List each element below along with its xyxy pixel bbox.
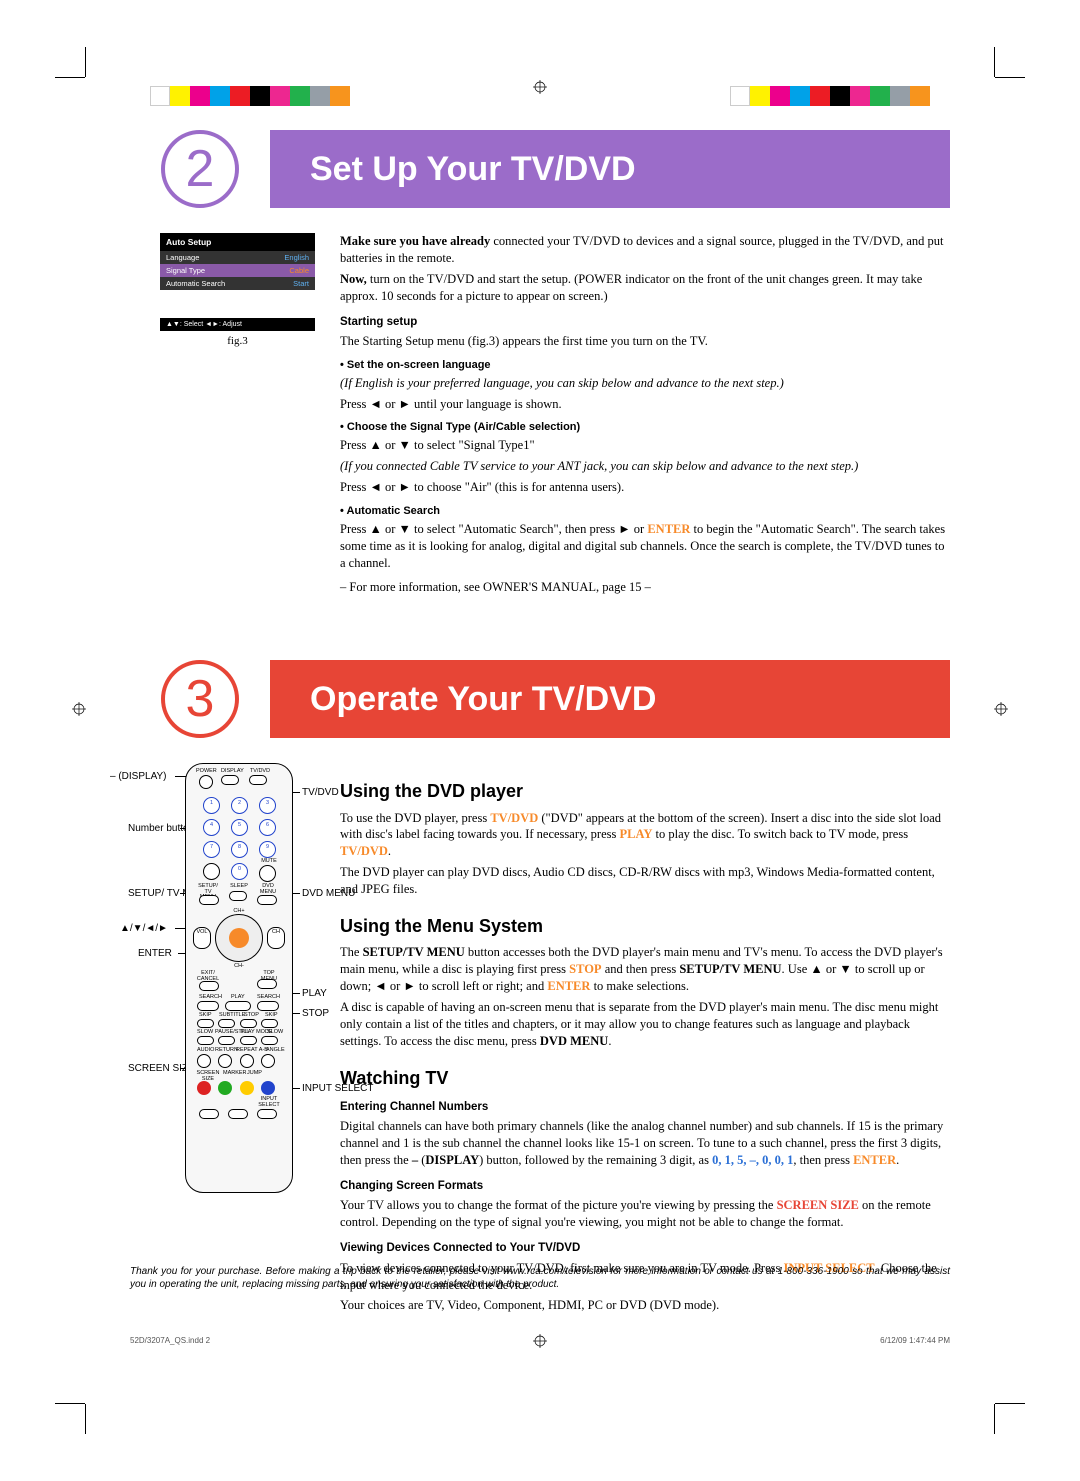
crop-mark <box>994 1404 995 1434</box>
callout-dvdmenu: DVD MENU <box>302 888 342 899</box>
callout-play: PLAY <box>302 988 327 999</box>
callout-screen: SCREEN SIZE <box>128 1063 178 1074</box>
watching-tv-heading: Watching TV <box>340 1066 950 1090</box>
crop-mark <box>85 1404 86 1434</box>
callout-setup: SETUP/ TV MENU <box>128 888 178 899</box>
section-3-header: 3 Operate Your TV/DVD <box>130 660 950 738</box>
footer-filename: 52D/3207A_QS.indd 2 <box>130 1336 210 1345</box>
crop-mark <box>994 47 995 77</box>
callout-display: – (DISPLAY) <box>110 771 167 782</box>
step-number-2: 2 <box>161 130 239 208</box>
using-dvd-heading: Using the DVD player <box>340 779 950 803</box>
color-bar <box>730 86 930 106</box>
callout-tvdvd: TV/DVD <box>302 787 339 798</box>
callout-stop: STOP <box>302 1008 329 1019</box>
section-2-title: Set Up Your TV/DVD <box>310 150 636 189</box>
registration-mark-icon <box>994 702 1008 716</box>
registration-mark-icon <box>533 80 547 94</box>
section-3-body: Using the DVD player To use the DVD play… <box>340 763 950 1318</box>
purchase-footnote: Thank you for your purchase. Before maki… <box>130 1265 950 1291</box>
crop-mark <box>55 77 85 78</box>
crop-mark <box>995 77 1025 78</box>
callout-arrows: ▲/▼/◄/► <box>120 923 168 934</box>
using-menu-heading: Using the Menu System <box>340 914 950 938</box>
section-2-body: Make sure you have already connected you… <box>340 233 950 600</box>
footer-timestamp: 6/12/09 1:47:44 PM <box>880 1336 950 1345</box>
auto-setup-figure: Auto Setup LanguageEnglishSignal TypeCab… <box>160 233 315 331</box>
crop-mark <box>85 47 86 77</box>
step-number-3: 3 <box>161 660 239 738</box>
callout-number: Number buttons <box>128 823 178 834</box>
figure-caption: fig.3 <box>160 335 315 347</box>
auto-setup-footer: ▲▼: Select ◄►: Adjust <box>160 318 315 331</box>
callout-input: INPUT SELECT <box>302 1083 347 1094</box>
crop-mark <box>995 1403 1025 1404</box>
color-bar <box>150 86 350 106</box>
auto-setup-title: Auto Setup <box>160 233 315 251</box>
section-2-header: 2 Set Up Your TV/DVD <box>130 130 950 208</box>
callout-enter: ENTER <box>138 948 172 959</box>
section-3-title: Operate Your TV/DVD <box>310 680 656 719</box>
crop-mark <box>55 1403 85 1404</box>
remote-illustration: – (DISPLAY) Number buttons SETUP/ TV MEN… <box>130 763 340 1203</box>
registration-mark-icon <box>72 702 86 716</box>
